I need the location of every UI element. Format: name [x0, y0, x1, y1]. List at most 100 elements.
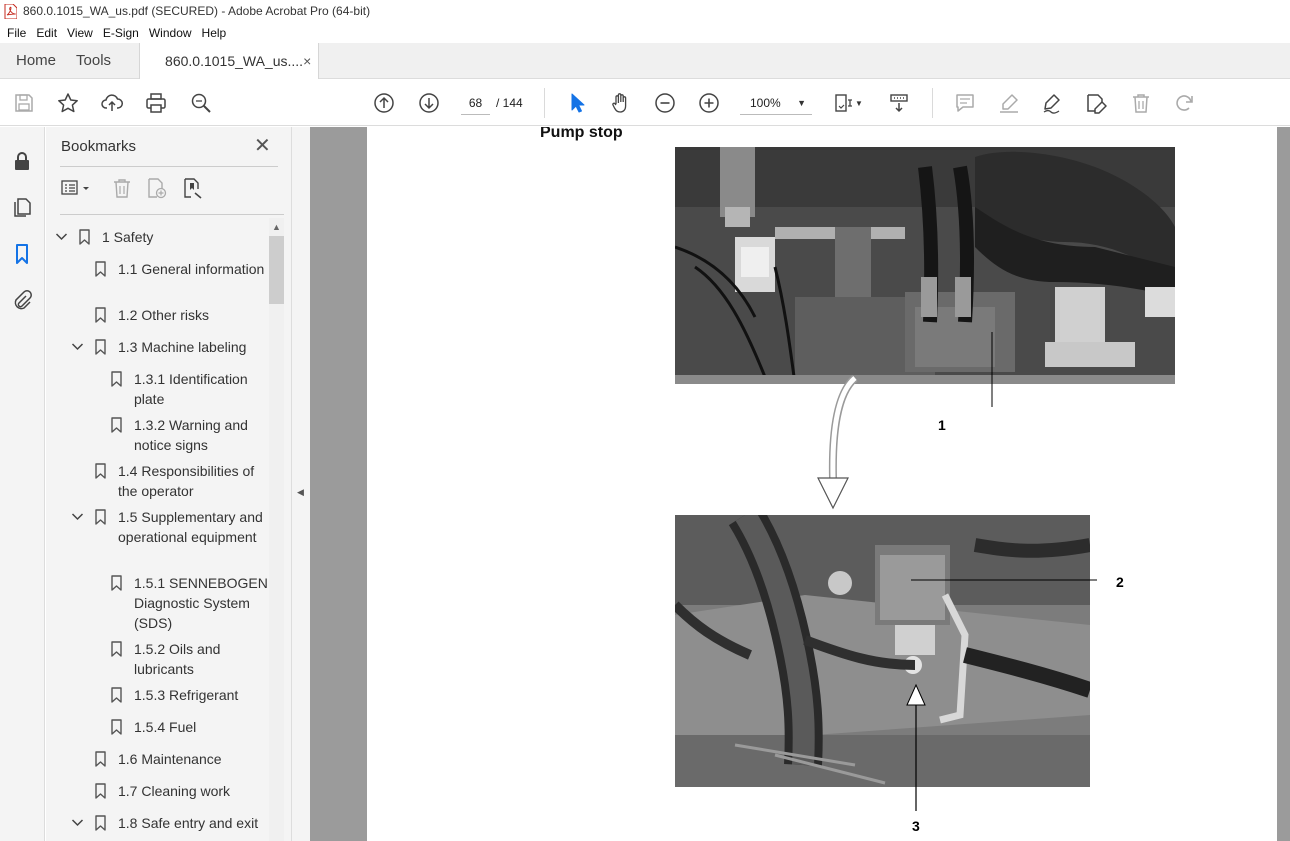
tab-document[interactable]: 860.0.1015_WA_us.... ×	[139, 43, 320, 79]
bookmark-item[interactable]: 1.6 Maintenance	[46, 749, 271, 775]
bookmark-label: 1.6 Maintenance	[118, 751, 222, 767]
upload-icon[interactable]	[100, 91, 124, 115]
star-icon[interactable]	[56, 91, 80, 115]
document-viewport[interactable]: Pump stop 1 2 3	[310, 127, 1290, 841]
zoom-search-icon[interactable]	[189, 91, 213, 115]
bookmark-label: 1.2 Other risks	[118, 307, 210, 323]
toolbar-separator	[544, 88, 545, 118]
edit-pdf-icon[interactable]	[1084, 91, 1108, 115]
scroll-mode-icon[interactable]	[887, 91, 911, 115]
scroll-up-icon[interactable]: ▲	[272, 222, 281, 232]
bookmark-label: 1.3 Machine labeling	[118, 339, 247, 355]
panel-splitter[interactable]: ◀	[291, 127, 310, 841]
callout-leader-1	[991, 332, 993, 407]
callout-leader-3	[906, 683, 926, 811]
bookmark-flag-icon	[111, 417, 122, 433]
hand-icon[interactable]	[609, 91, 633, 115]
menu-edit[interactable]: Edit	[32, 26, 61, 40]
lock-icon[interactable]	[10, 149, 34, 173]
find-bookmark-icon[interactable]	[180, 176, 204, 200]
bookmark-item[interactable]: 1.5.1 SENNEBOGEN Diagnostic System (SDS)	[46, 573, 271, 633]
page-heading: Pump stop	[540, 127, 623, 141]
save-icon[interactable]	[12, 91, 36, 115]
zoom-in-icon[interactable]	[697, 91, 721, 115]
page-up-icon[interactable]	[372, 91, 396, 115]
tab-bar: Home Tools 860.0.1015_WA_us.... ×	[0, 43, 1290, 79]
chevron-down-icon[interactable]	[71, 337, 84, 363]
close-icon[interactable]: ✕	[254, 136, 271, 156]
bookmark-item[interactable]: 1.2 Other risks	[46, 305, 271, 331]
callout-3: 3	[912, 818, 920, 834]
bookmark-flag-icon	[95, 307, 106, 323]
bookmark-flag-icon	[111, 575, 122, 591]
scrollbar-thumb[interactable]	[269, 236, 284, 304]
tab-close-icon[interactable]: ×	[303, 53, 311, 69]
delete-icon[interactable]	[1129, 91, 1153, 115]
chevron-down-icon[interactable]	[71, 507, 84, 533]
bookmark-flag-icon	[111, 641, 122, 657]
bookmark-flag-icon	[95, 783, 106, 799]
toolbar-separator	[932, 88, 933, 118]
menu-esign[interactable]: E-Sign	[99, 26, 143, 40]
chevron-down-icon[interactable]	[55, 227, 68, 253]
menu-help[interactable]: Help	[198, 26, 231, 40]
collapse-panel-icon[interactable]: ◀	[297, 487, 304, 498]
bookmark-item[interactable]: 1.8 Safe entry and exit	[46, 813, 271, 839]
print-icon[interactable]	[144, 91, 168, 115]
new-bookmark-icon[interactable]	[144, 176, 168, 200]
bookmark-item[interactable]: 1.5.2 Oils and lubricants	[46, 639, 271, 679]
redo-icon[interactable]	[1173, 91, 1197, 115]
left-rail	[0, 127, 53, 841]
bookmark-flag-icon	[95, 261, 106, 277]
bookmark-item[interactable]: 1.3.2 Warning and notice signs	[46, 415, 271, 455]
bookmark-label: 1 Safety	[102, 229, 154, 245]
bookmark-label: 1.1 General information	[118, 261, 265, 277]
bookmark-label: 1.5.2 Oils and lubricants	[134, 641, 221, 677]
tab-home[interactable]: Home	[0, 43, 72, 78]
title-bar: 860.0.1015_WA_us.pdf (SECURED) - Adobe A…	[0, 0, 1290, 22]
comment-icon[interactable]	[953, 91, 977, 115]
bookmark-label: 1.5.3 Refrigerant	[134, 687, 239, 703]
bookmark-label: 1.4 Responsibilities of the operator	[118, 463, 255, 499]
page-number-input[interactable]: 68	[461, 91, 490, 115]
bookmark-item[interactable]: 1.3.1 Identification plate	[46, 369, 271, 409]
chevron-down-icon: ▼	[797, 98, 806, 108]
menu-file[interactable]: File	[3, 26, 30, 40]
zoom-out-icon[interactable]	[653, 91, 677, 115]
bookmarks-scrollbar[interactable]: ▲	[269, 218, 284, 841]
pages-icon[interactable]	[10, 195, 34, 219]
bookmark-icon[interactable]	[10, 242, 53, 266]
select-cursor-icon[interactable]	[565, 91, 589, 115]
bookmark-label: 1.3.2 Warning and notice signs	[134, 417, 248, 453]
bookmark-item[interactable]: 1.1 General information	[46, 259, 271, 299]
highlight-icon[interactable]	[997, 91, 1021, 115]
bookmark-item[interactable]: 1 Safety	[46, 227, 271, 253]
bookmark-flag-icon	[79, 229, 90, 245]
sign-icon[interactable]	[1040, 91, 1064, 115]
fit-page-dropdown-icon[interactable]: ▼	[853, 91, 865, 115]
bookmark-item[interactable]: 1.5.3 Refrigerant	[46, 685, 271, 711]
callout-leader-2	[911, 579, 1097, 581]
menu-view[interactable]: View	[63, 26, 97, 40]
attachment-icon[interactable]	[10, 288, 34, 312]
zoom-select[interactable]: 100% ▼	[740, 91, 812, 115]
menu-window[interactable]: Window	[145, 26, 196, 40]
bookmark-item[interactable]: 1.4 Responsibilities of the operator	[46, 461, 271, 501]
menu-bar: File Edit View E-Sign Window Help	[0, 22, 1290, 43]
bookmark-item[interactable]: 1.3 Machine labeling	[46, 337, 271, 363]
tab-document-label: 860.0.1015_WA_us....	[165, 53, 304, 69]
bookmark-item[interactable]: 1.5.4 Fuel	[46, 717, 271, 743]
bookmark-label: 1.7 Cleaning work	[118, 783, 231, 799]
bookmarks-list: 1 Safety 1.1 General information 1.2 Other…	[46, 219, 284, 841]
bookmark-flag-icon	[95, 815, 106, 831]
bookmark-label: 1.5 Supplementary and operational equipm…	[118, 509, 263, 545]
delete-bookmark-icon[interactable]	[110, 176, 134, 200]
page-down-icon[interactable]	[417, 91, 441, 115]
options-menu-icon[interactable]	[60, 176, 96, 200]
callout-1: 1	[938, 417, 946, 433]
tab-tools[interactable]: Tools	[72, 43, 127, 78]
bookmark-item[interactable]: 1.5 Supplementary and operational equipm…	[46, 507, 271, 567]
bookmark-flag-icon	[95, 463, 106, 479]
chevron-down-icon[interactable]	[71, 813, 84, 839]
bookmark-item[interactable]: 1.7 Cleaning work	[46, 781, 271, 807]
